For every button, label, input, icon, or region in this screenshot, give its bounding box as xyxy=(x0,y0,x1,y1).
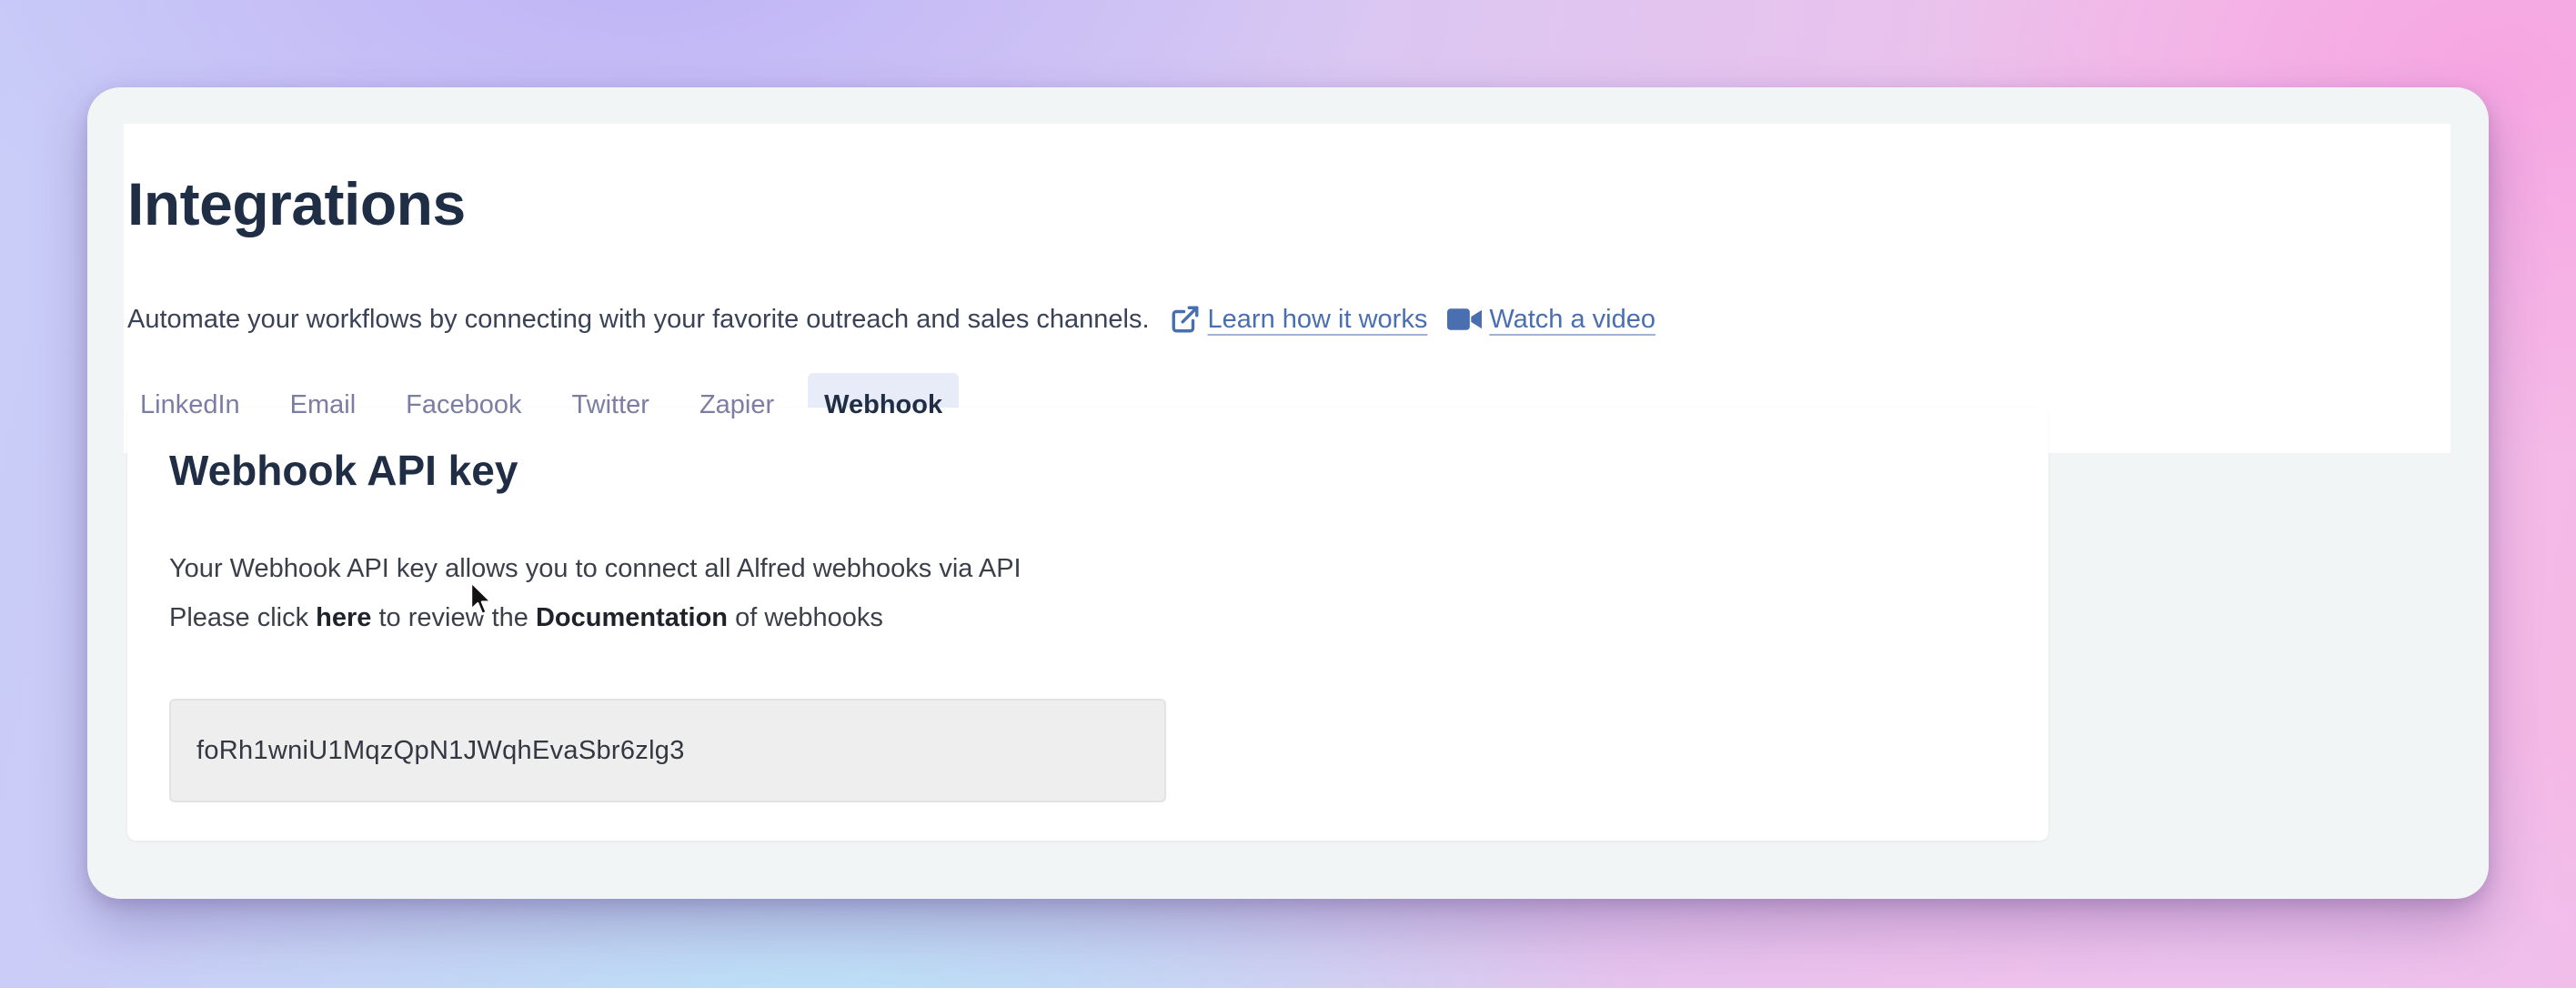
video-camera-icon xyxy=(1447,307,1483,332)
learn-how-it-works-label: Learn how it works xyxy=(1207,304,1428,334)
page-title: Integrations xyxy=(127,170,466,237)
page-subtitle-row: Automate your workflows by connecting wi… xyxy=(127,304,1655,335)
watch-a-video-link[interactable]: Watch a video xyxy=(1447,305,1655,335)
line2-prefix: Please click xyxy=(169,603,317,632)
line2-suffix: of webhooks xyxy=(728,603,883,632)
tab-label: Facebook xyxy=(406,389,522,419)
tab-label: LinkedIn xyxy=(140,389,240,419)
page-subtitle: Automate your workflows by connecting wi… xyxy=(127,304,1150,334)
description-line-2: Please click here to review the Document… xyxy=(169,593,1021,642)
watch-a-video-label: Watch a video xyxy=(1489,304,1656,334)
webhook-api-key-card: Webhook API key Your Webhook API key all… xyxy=(127,408,2048,841)
documentation-text: Documentation xyxy=(535,603,729,632)
tab-label: Email xyxy=(289,389,357,419)
description-line-1: Your Webhook API key allows you to conne… xyxy=(169,554,1021,583)
here-link[interactable]: here xyxy=(316,603,371,632)
card-description: Your Webhook API key allows you to conne… xyxy=(169,544,1021,642)
line2-middle: to review the xyxy=(371,603,536,632)
tab-label: Webhook xyxy=(824,389,943,419)
learn-how-it-works-link[interactable]: Learn how it works xyxy=(1170,304,1428,335)
external-link-icon xyxy=(1170,304,1201,335)
tab-label: Twitter xyxy=(571,389,649,419)
page-header: Integrations Automate your workflows by … xyxy=(124,124,2450,453)
tab-label: Zapier xyxy=(699,389,775,419)
mouse-cursor-icon xyxy=(469,580,493,616)
api-key-value: foRh1wniU1MqzQpN1JWqhEvaSbr6zlg3 xyxy=(196,735,685,765)
card-title: Webhook API key xyxy=(169,447,518,494)
app-window: Integrations Automate your workflows by … xyxy=(87,87,2489,899)
api-key-field[interactable]: foRh1wniU1MqzQpN1JWqhEvaSbr6zlg3 xyxy=(169,699,1166,802)
